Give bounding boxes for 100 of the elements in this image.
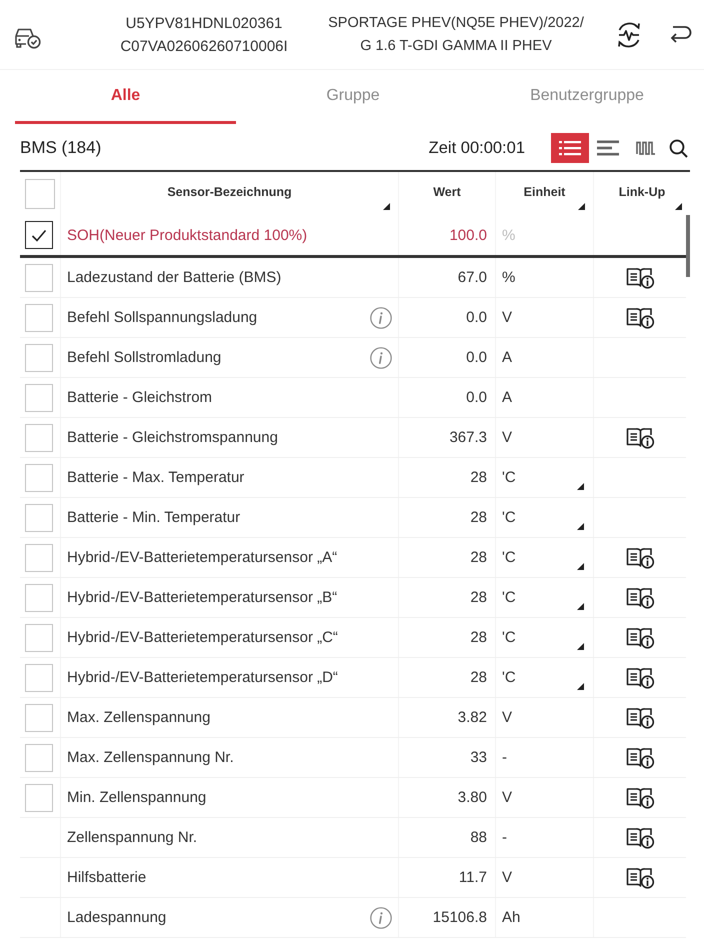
sensor-value: 28 <box>470 589 487 606</box>
module-title: BMS (184) <box>20 138 102 158</box>
lines-icon <box>597 140 619 156</box>
sensor-name: Ladespannung <box>67 909 166 926</box>
column-header[interactable]: Link-Up <box>618 184 666 200</box>
sensor-name: Hybrid-/EV-Batterietemperatursensor „A“ <box>67 549 338 566</box>
sensor-name: Hilfsbatterie <box>67 869 146 886</box>
book-info-icon[interactable] <box>626 266 654 288</box>
sensor-name: Min. Zellenspannung <box>67 789 206 806</box>
sensor-name: Hybrid-/EV-Batterietemperatursensor „B“ <box>67 589 338 606</box>
book-info-icon[interactable] <box>626 546 654 568</box>
unit-text: A <box>502 349 512 366</box>
scrollbar-thumb[interactable] <box>686 215 690 277</box>
corner-triangle-icon[interactable] <box>577 643 584 650</box>
corner-triangle-icon[interactable] <box>675 203 682 210</box>
sensor-value: 0.0 <box>466 349 487 366</box>
vin-text: U5YPV81HDNL020361 <box>126 14 282 34</box>
sensor-value: 28 <box>470 469 487 486</box>
sensor-value: 28 <box>470 629 487 646</box>
sensor-value: 28 <box>470 549 487 566</box>
sensor-name: Hybrid-/EV-Batterietemperatursensor „D“ <box>67 669 338 686</box>
sensor-name: Max. Zellenspannung <box>67 709 210 726</box>
corner-triangle-icon[interactable] <box>383 203 390 210</box>
sensor-name: Batterie - Gleichstrom <box>67 389 212 406</box>
sensor-name: Max. Zellenspannung Nr. <box>67 749 234 766</box>
sensor-name: Befehl Sollstromladung <box>67 349 222 366</box>
unit-text: - <box>502 749 507 766</box>
column-header[interactable]: Einheit <box>524 184 566 200</box>
sensor-value: 3.82 <box>458 709 487 726</box>
sensor-value: 100.0 <box>449 226 487 244</box>
sensor-name: Ladezustand der Batterie (BMS) <box>67 269 282 286</box>
book-info-icon[interactable] <box>626 426 654 448</box>
vin-text: C07VA02606260710006I <box>120 36 288 56</box>
sensor-name: Batterie - Gleichstromspannung <box>67 429 278 446</box>
column-header[interactable]: Wert <box>433 184 461 200</box>
sensor-value: 33 <box>470 749 487 766</box>
sensor-value: 15106.8 <box>432 909 487 926</box>
book-info-icon[interactable] <box>626 826 654 848</box>
sensor-name: Zellenspannung Nr. <box>67 829 198 846</box>
unit-text: V <box>502 709 512 726</box>
unit-text: 'C <box>502 549 516 566</box>
corner-triangle-icon[interactable] <box>577 523 584 530</box>
book-info-icon[interactable] <box>626 746 654 768</box>
unit-text: A <box>502 389 512 406</box>
unit-text: V <box>502 789 512 806</box>
book-info-icon[interactable] <box>626 626 654 648</box>
corner-triangle-icon[interactable] <box>577 483 584 490</box>
corner-triangle-icon[interactable] <box>577 563 584 570</box>
book-info-icon[interactable] <box>626 866 654 888</box>
sensor-name: Batterie - Max. Temperatur <box>67 469 244 486</box>
list-icon <box>559 140 581 156</box>
unit-text: 'C <box>502 629 516 646</box>
column-header[interactable]: Sensor-Bezeichnung <box>167 184 292 200</box>
book-info-icon[interactable] <box>626 706 654 728</box>
unit-text: % <box>502 269 516 286</box>
unit-text: 'C <box>502 509 516 526</box>
unit-text: 'C <box>502 589 516 606</box>
sensor-value: 0.0 <box>466 309 487 326</box>
checkmark-icon <box>31 228 47 242</box>
corner-triangle-icon[interactable] <box>577 603 584 610</box>
sensor-value: 67.0 <box>458 269 487 286</box>
sensor-name: Batterie - Min. Temperatur <box>67 509 240 526</box>
info-icon[interactable] <box>370 306 392 328</box>
book-info-icon[interactable] <box>626 586 654 608</box>
unit-text: - <box>502 829 507 846</box>
sensor-value: 3.80 <box>458 789 487 806</box>
square-wave-icon <box>636 141 656 155</box>
unit-text: Ah <box>502 909 520 926</box>
checkbox[interactable] <box>25 221 53 249</box>
info-icon[interactable] <box>370 906 392 928</box>
unit-text: V <box>502 309 512 326</box>
unit-text: % <box>502 226 516 244</box>
unit-text: V <box>502 869 512 886</box>
book-info-icon[interactable] <box>626 786 654 808</box>
book-info-icon[interactable] <box>626 666 654 688</box>
search-icon[interactable] <box>669 138 688 158</box>
pulse-refresh-icon[interactable] <box>615 20 643 48</box>
tab[interactable]: Alle <box>15 70 236 124</box>
corner-triangle-icon[interactable] <box>577 683 584 690</box>
sensor-value: 367.3 <box>449 429 487 446</box>
vehicle-text: G 1.6 T-GDI GAMMA II PHEV <box>360 36 552 56</box>
corner-triangle-icon[interactable] <box>578 203 585 210</box>
sensor-value: 28 <box>470 509 487 526</box>
vehicle-text: SPORTAGE PHEV(NQ5E PHEV)/2022/ <box>328 14 584 32</box>
sensor-name: Befehl Sollspannungsladung <box>67 309 258 326</box>
sensor-value: 11.7 <box>458 869 487 886</box>
timer-text: Zeit 00:00:01 <box>428 138 525 158</box>
info-icon[interactable] <box>370 346 392 368</box>
unit-text: V <box>502 429 512 446</box>
car-check-icon[interactable] <box>13 26 41 48</box>
unit-text: 'C <box>502 469 516 486</box>
return-arrow-icon[interactable] <box>668 24 692 46</box>
sensor-name: SOH(Neuer Produktstandard 100%) <box>67 226 308 244</box>
sensor-value: 0.0 <box>466 389 487 406</box>
sensor-value: 28 <box>470 669 487 686</box>
view-toggle-button[interactable] <box>551 133 589 163</box>
sensor-value: 88 <box>470 829 487 846</box>
book-info-icon[interactable] <box>626 306 654 328</box>
unit-text: 'C <box>502 669 516 686</box>
sensor-name: Hybrid-/EV-Batterietemperatursensor „C“ <box>67 629 338 646</box>
